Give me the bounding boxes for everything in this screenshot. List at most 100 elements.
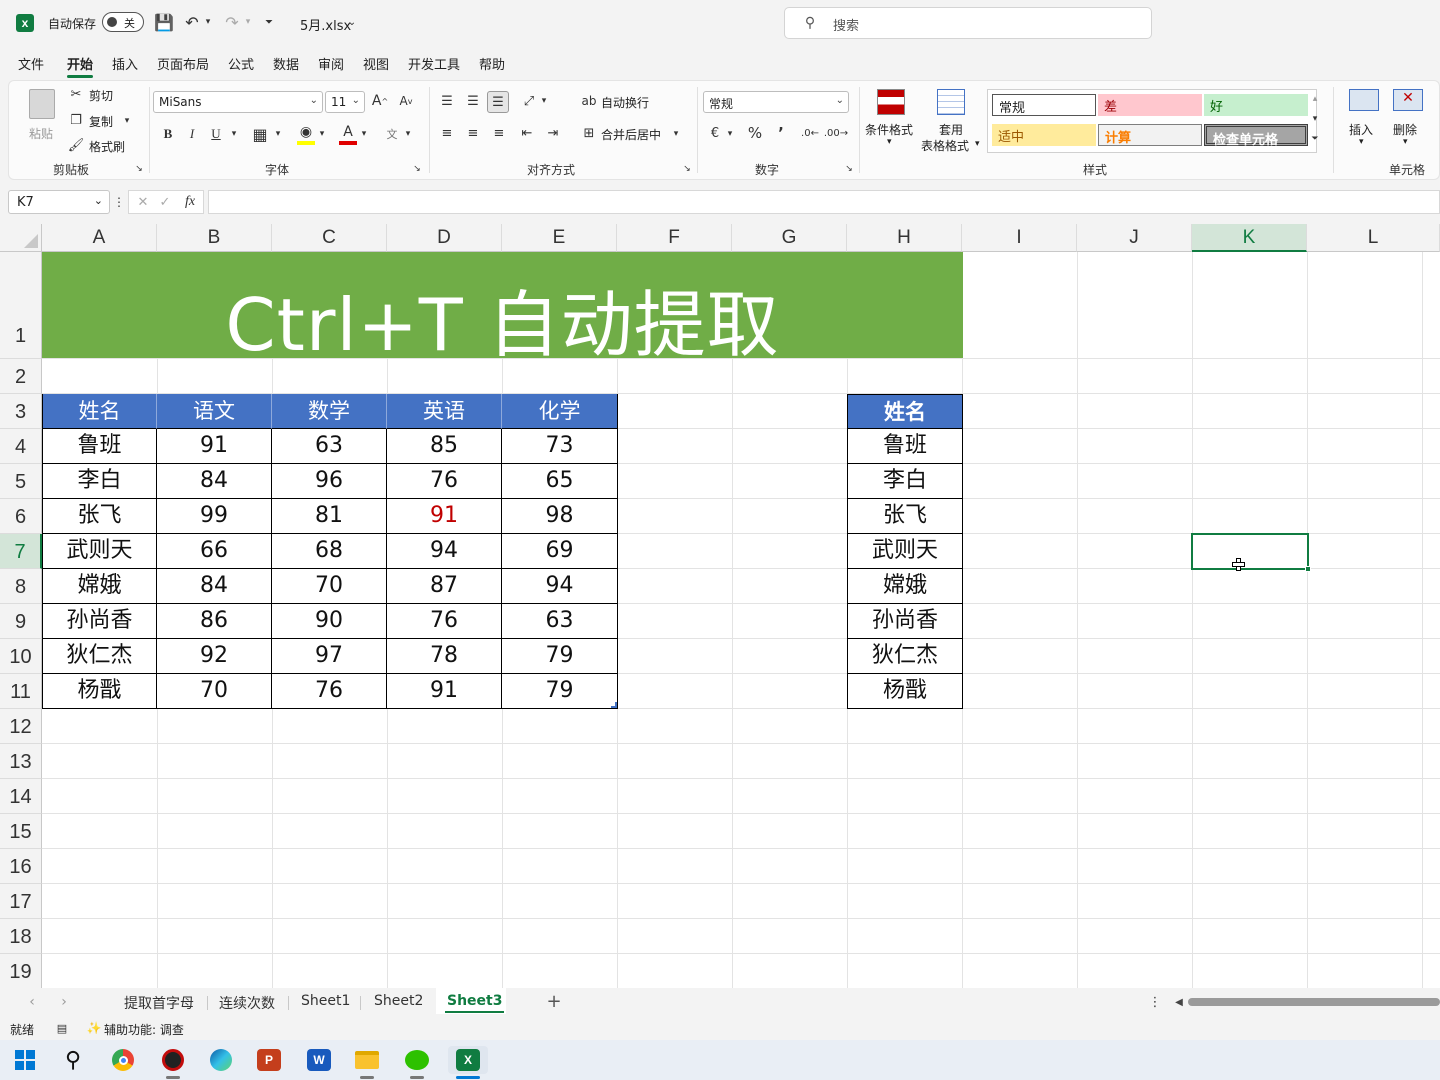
fill-handle[interactable] — [1305, 566, 1311, 572]
table-cell[interactable]: 73 — [502, 429, 618, 464]
table-header-chemistry[interactable]: 化学 — [502, 394, 618, 429]
scroll-tabs-left-icon[interactable]: ‹ — [24, 993, 40, 1011]
align-left-icon[interactable]: ≡ — [437, 123, 457, 143]
accounting-dropdown-icon[interactable]: ▾ — [725, 127, 735, 141]
name-list-item[interactable]: 李白 — [847, 464, 963, 499]
col-header-k[interactable]: K — [1192, 224, 1307, 252]
name-list-item[interactable]: 鲁班 — [847, 429, 963, 464]
row-header-11[interactable]: 11 — [0, 674, 42, 709]
gallery-up-icon[interactable]: ▴ — [1309, 91, 1321, 107]
more-options-icon[interactable]: ⋮ — [113, 192, 125, 212]
table-cell[interactable]: 98 — [502, 499, 618, 534]
col-header-b[interactable]: B — [157, 224, 272, 252]
format-as-table-button[interactable]: 套用 表格格式 ▾ — [919, 87, 985, 153]
name-list-item[interactable]: 嫦娥 — [847, 569, 963, 604]
font-name-select[interactable]: MiSans ⌄ — [153, 91, 323, 113]
col-header-h[interactable]: H — [847, 224, 962, 252]
table-cell[interactable]: 63 — [502, 604, 618, 639]
table-cell[interactable]: 85 — [387, 429, 502, 464]
title-banner[interactable]: Ctrl+T 自动提取 — [42, 252, 963, 367]
row-header-19[interactable]: 19 — [0, 954, 42, 988]
undo-icon[interactable]: ↶ — [182, 12, 202, 32]
table-cell[interactable]: 嫦娥 — [42, 569, 157, 604]
merge-center-button[interactable]: 合并后居中 — [601, 126, 661, 143]
row-header-9[interactable]: 9 — [0, 604, 42, 639]
decrease-decimal-icon[interactable]: .00→ — [824, 123, 848, 143]
netease-music-icon[interactable] — [158, 1046, 188, 1074]
style-normal[interactable]: 常规 — [992, 94, 1096, 116]
table-cell[interactable]: 94 — [502, 569, 618, 604]
row-header-6[interactable]: 6 — [0, 499, 42, 534]
name-list-item[interactable]: 武则天 — [847, 534, 963, 569]
style-check-cell[interactable]: 检查单元格 — [1204, 124, 1308, 148]
table-cell[interactable]: 91 — [157, 429, 272, 464]
percent-icon[interactable]: % — [745, 123, 765, 143]
powerpoint-icon[interactable]: P — [254, 1046, 284, 1074]
table-cell[interactable]: 杨戬 — [42, 674, 157, 709]
increase-indent-icon[interactable]: ⇥ — [543, 123, 563, 143]
table-cell[interactable]: 96 — [272, 464, 387, 499]
tab-page-layout[interactable]: 页面布局 — [157, 54, 209, 73]
row-header-5[interactable]: 5 — [0, 464, 42, 499]
table-cell[interactable]: 84 — [157, 464, 272, 499]
italic-icon[interactable]: I — [183, 125, 201, 143]
scroll-tabs-right-icon[interactable]: › — [56, 993, 72, 1011]
row-header-2[interactable]: 2 — [0, 359, 42, 394]
fill-color-dropdown-icon[interactable]: ▾ — [317, 127, 327, 141]
edge-icon[interactable] — [206, 1046, 236, 1074]
more-options-icon[interactable]: ⋮ — [1149, 993, 1162, 1011]
style-calculation[interactable]: 计算 — [1098, 124, 1202, 146]
table-cell[interactable]: 86 — [157, 604, 272, 639]
tab-data[interactable]: 数据 — [273, 54, 299, 73]
table-cell[interactable]: 李白 — [42, 464, 157, 499]
table-header-math[interactable]: 数学 — [272, 394, 387, 429]
align-right-icon[interactable]: ≡ — [489, 123, 509, 143]
table-cell[interactable]: 孙尚香 — [42, 604, 157, 639]
col-header-f[interactable]: F — [617, 224, 732, 252]
row-header-4[interactable]: 4 — [0, 429, 42, 464]
windows-start-icon[interactable] — [10, 1046, 40, 1074]
accounting-format-icon[interactable]: € — [705, 123, 725, 143]
table-cell[interactable]: 91 — [387, 674, 502, 709]
row-header-10[interactable]: 10 — [0, 639, 42, 674]
table-cell[interactable]: 90 — [272, 604, 387, 639]
table-cell[interactable]: 79 — [502, 639, 618, 674]
conditional-format-button[interactable]: 条件格式 ▾ — [863, 87, 919, 153]
save-icon[interactable]: 💾 — [154, 12, 174, 32]
insert-cells-button[interactable]: 插入 ▾ — [1341, 87, 1385, 153]
col-header-g[interactable]: G — [732, 224, 847, 252]
row-header-15[interactable]: 15 — [0, 814, 42, 849]
undo-dropdown-icon[interactable]: ▾ — [202, 14, 214, 30]
row-header-16[interactable]: 16 — [0, 849, 42, 884]
name-list-item[interactable]: 张飞 — [847, 499, 963, 534]
copy-button[interactable]: 复制 — [89, 113, 113, 130]
word-icon[interactable]: W — [304, 1046, 334, 1074]
table-cell[interactable]: 79 — [502, 674, 618, 709]
table-cell[interactable]: 63 — [272, 429, 387, 464]
redo-dropdown-icon[interactable]: ▾ — [242, 14, 254, 30]
tab-review[interactable]: 审阅 — [318, 54, 344, 73]
row-header-17[interactable]: 17 — [0, 884, 42, 919]
redo-icon[interactable]: ↷ — [222, 12, 242, 32]
accessibility-status[interactable]: 辅助功能: 调查 — [104, 1021, 184, 1038]
active-cell-k7[interactable] — [1191, 533, 1311, 572]
col-header-a[interactable]: A — [42, 224, 157, 252]
table-cell[interactable]: 武则天 — [42, 534, 157, 569]
sheet-tab-extract-initials[interactable]: 提取首字母 — [124, 993, 194, 1013]
border-dropdown-icon[interactable]: ▾ — [273, 127, 283, 141]
insert-function-icon[interactable]: fx — [181, 193, 199, 211]
table-cell[interactable]: 69 — [502, 534, 618, 569]
table-cell[interactable]: 76 — [272, 674, 387, 709]
col-header-i[interactable]: I — [962, 224, 1077, 252]
cancel-icon[interactable]: ✕ — [135, 193, 151, 211]
border-icon[interactable]: ▦ — [251, 125, 269, 144]
excel-taskbar-icon[interactable]: X — [448, 1046, 488, 1074]
font-color-dropdown-icon[interactable]: ▾ — [359, 127, 369, 141]
orientation-dropdown-icon[interactable]: ▾ — [539, 93, 549, 109]
name-list-item[interactable]: 狄仁杰 — [847, 639, 963, 674]
name-list-item[interactable]: 孙尚香 — [847, 604, 963, 639]
table-header-english[interactable]: 英语 — [387, 394, 502, 429]
tab-home[interactable]: 开始 — [67, 54, 94, 78]
align-middle-icon[interactable]: ☰ — [463, 91, 483, 111]
paste-button[interactable]: 粘贴 — [21, 87, 63, 151]
